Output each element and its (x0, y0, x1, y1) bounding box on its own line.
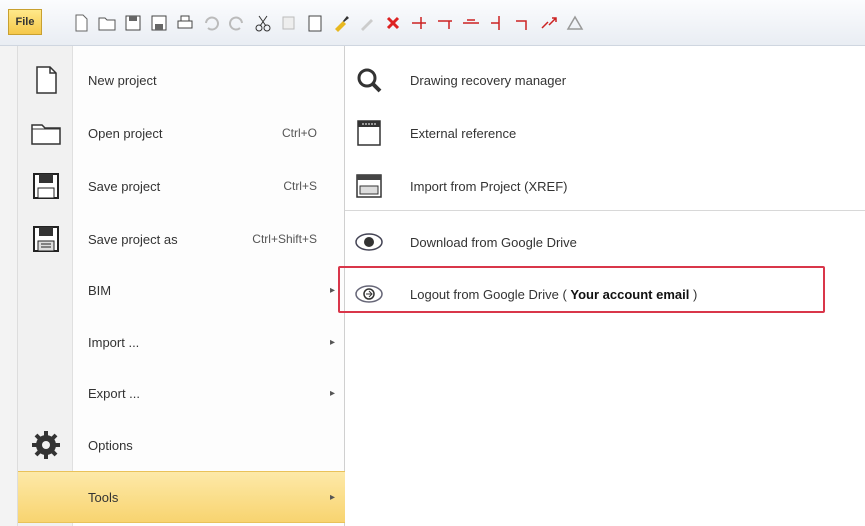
submenu-arrow-icon: ▸ (329, 387, 335, 399)
brush-icon[interactable] (330, 12, 352, 34)
menu-item-options[interactable]: Options (18, 419, 345, 471)
menu-item-new-project[interactable]: New project (18, 54, 345, 106)
magnifier-icon (353, 64, 385, 96)
submenu-arrow-icon: ▸ (329, 284, 335, 296)
line-tool-2-icon[interactable] (434, 12, 456, 34)
delete-x-icon[interactable] (382, 12, 404, 34)
copy-icon[interactable] (278, 12, 300, 34)
open-folder-icon[interactable] (96, 12, 118, 34)
menu-item-label: Options (88, 437, 133, 453)
cut-icon[interactable] (252, 12, 274, 34)
new-file-icon[interactable] (70, 12, 92, 34)
menu-item-import[interactable]: Import ... ▸ (18, 316, 345, 368)
menu-item-tools[interactable]: Tools ▸ (18, 471, 345, 523)
menu-item-save-project-as[interactable]: Save project as Ctrl+Shift+S (18, 213, 345, 265)
menu-item-label: BIM (88, 282, 112, 298)
pencil-icon[interactable] (356, 12, 378, 34)
save-as-icon (30, 223, 62, 255)
menu-item-label: Save project (88, 178, 161, 194)
submenu-item-download-google-drive[interactable]: Download from Google Drive (345, 216, 865, 268)
menu-item-label: Import ... (88, 334, 140, 350)
submenu-arrow-icon: ▸ (329, 491, 335, 503)
menu-item-shortcut: Ctrl+S (283, 179, 317, 193)
menu-item-save-project[interactable]: Save project Ctrl+S (18, 160, 345, 212)
import-xref-icon (353, 170, 385, 202)
submenu-item-label: External reference (410, 125, 517, 141)
menu-item-open-project[interactable]: Open project Ctrl+O (18, 107, 345, 159)
menu-item-label: Open project (88, 125, 163, 141)
submenu-item-label: Logout from Google Drive ( Your account … (410, 286, 698, 302)
paste-icon[interactable] (304, 12, 326, 34)
gear-icon (30, 429, 62, 461)
submenu-item-import-xref[interactable]: Import from Project (XREF) (345, 160, 865, 212)
menu-item-label: Save project as (88, 231, 178, 247)
save-icon (30, 170, 62, 202)
line-tool-4-icon[interactable] (486, 12, 508, 34)
menu-item-label: New project (88, 72, 157, 88)
cloud-download-icon (353, 226, 385, 258)
line-tool-1-icon[interactable] (408, 12, 430, 34)
menu-item-shortcut: Ctrl+Shift+S (252, 232, 317, 246)
submenu-divider (345, 210, 865, 211)
submenu-item-label: Download from Google Drive (410, 234, 577, 250)
submenu-item-logout-google-drive[interactable]: Logout from Google Drive ( Your account … (345, 268, 865, 320)
file-menu: New project Open project Ctrl+O Save pro… (18, 46, 345, 526)
redo-icon[interactable] (226, 12, 248, 34)
menu-item-label: Tools (88, 489, 119, 505)
print-icon[interactable] (174, 12, 196, 34)
file-menu-button[interactable]: File (8, 9, 42, 35)
submenu-item-label: Drawing recovery manager (410, 72, 567, 88)
undo-icon[interactable] (200, 12, 222, 34)
new-file-icon (30, 64, 62, 96)
menu-item-label: Export ... (88, 385, 141, 401)
account-email: Your account email (570, 286, 690, 302)
toolbar: File (0, 0, 865, 46)
left-edge-strip (0, 46, 18, 526)
menu-item-bim[interactable]: BIM ▸ (18, 264, 345, 316)
submenu-item-label: Import from Project (XREF) (410, 178, 568, 194)
line-tool-6-icon[interactable] (538, 12, 560, 34)
save-icon[interactable] (122, 12, 144, 34)
submenu-item-drawing-recovery[interactable]: Drawing recovery manager (345, 54, 865, 106)
triangle-tool-icon[interactable] (564, 12, 586, 34)
tools-submenu: Drawing recovery manager External refere… (338, 46, 865, 526)
menu-item-shortcut: Ctrl+O (281, 126, 317, 140)
submenu-arrow-icon: ▸ (329, 336, 335, 348)
open-folder-icon (30, 117, 62, 149)
logout-icon (353, 278, 385, 310)
line-tool-3-icon[interactable] (460, 12, 482, 34)
line-tool-5-icon[interactable] (512, 12, 534, 34)
menu-item-export[interactable]: Export ... ▸ (18, 367, 345, 419)
external-reference-icon (353, 117, 385, 149)
save-as-icon[interactable] (148, 12, 170, 34)
submenu-item-external-reference[interactable]: External reference (345, 107, 865, 159)
toolbar-icons (70, 10, 586, 36)
